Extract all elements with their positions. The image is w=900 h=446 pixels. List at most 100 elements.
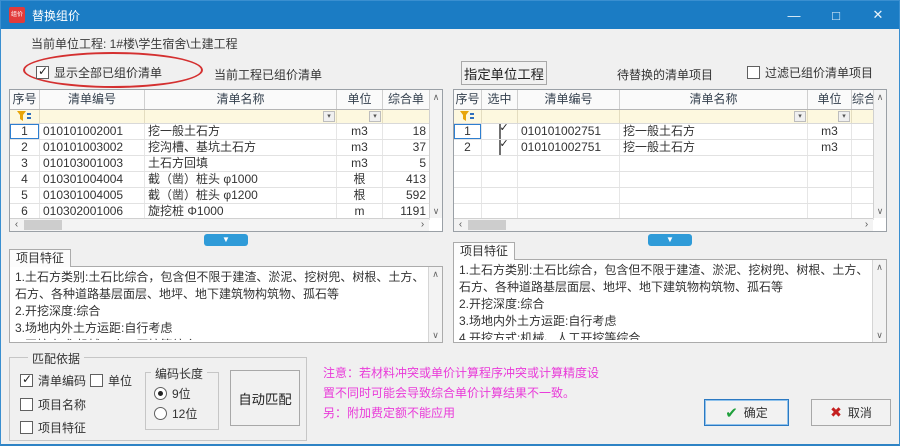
cell-name[interactable]: 挖一般土石方 bbox=[145, 124, 337, 139]
cell-name[interactable]: 截（凿）桩头 φ1000 bbox=[145, 172, 337, 187]
cell-code[interactable]: 010101002751 bbox=[518, 140, 620, 155]
cell-no[interactable]: 2 bbox=[10, 140, 40, 155]
scroll-up-icon[interactable]: ∧ bbox=[429, 268, 442, 280]
scroll-down-icon[interactable]: ∨ bbox=[874, 205, 886, 217]
col-price[interactable]: 综合 bbox=[852, 90, 874, 109]
cell-price[interactable]: 37 bbox=[383, 140, 430, 155]
cell-name[interactable]: 挖一般土石方 bbox=[620, 140, 808, 155]
filter-cell[interactable] bbox=[518, 110, 620, 123]
scroll-up-icon[interactable]: ∧ bbox=[430, 91, 442, 103]
tab-feature-left[interactable]: 项目特征 bbox=[9, 249, 71, 267]
cell-price[interactable]: 1191 bbox=[383, 204, 430, 219]
cell-unit[interactable]: m3 bbox=[337, 124, 383, 139]
scroll-up-icon[interactable]: ∧ bbox=[874, 91, 886, 103]
scroll-down-icon[interactable]: ∨ bbox=[430, 205, 442, 217]
empty-row[interactable] bbox=[454, 156, 874, 172]
minimize-button[interactable]: — bbox=[773, 1, 815, 29]
col-no[interactable]: 序号 bbox=[10, 90, 40, 109]
table-row[interactable]: 2 010101002751 挖一般土石方 m3 bbox=[454, 140, 874, 156]
code-length-12-radio[interactable]: 12位 bbox=[154, 405, 197, 422]
col-code[interactable]: 清单编号 bbox=[40, 90, 145, 109]
col-price[interactable]: 综合单 bbox=[383, 90, 430, 109]
scroll-down-icon[interactable]: ∨ bbox=[873, 329, 886, 341]
maximize-button[interactable]: □ bbox=[815, 1, 857, 29]
match-list-code-checkbox[interactable]: 清单编码 bbox=[20, 372, 86, 389]
cell-code[interactable]: 010101002751 bbox=[518, 124, 620, 139]
cell-code[interactable]: 010301004005 bbox=[40, 188, 145, 203]
cell-no[interactable]: 1 bbox=[454, 124, 482, 139]
cell-name[interactable]: 挖一般土石方 bbox=[620, 124, 808, 139]
cell-unit[interactable]: m3 bbox=[808, 140, 852, 155]
cell-no[interactable]: 4 bbox=[10, 172, 40, 187]
vertical-scrollbar[interactable]: ∧ ∨ bbox=[429, 90, 442, 218]
empty-row[interactable] bbox=[454, 172, 874, 188]
table-row[interactable]: 5 010301004005 截（凿）桩头 φ1200 根 592 bbox=[10, 188, 430, 204]
assign-unit-project-button[interactable]: 指定单位工程 bbox=[461, 61, 547, 85]
cell-code[interactable]: 010103001003 bbox=[40, 156, 145, 171]
auto-match-button[interactable]: 自动匹配 bbox=[230, 370, 300, 426]
table-row[interactable]: 1 010101002751 挖一般土石方 m3 bbox=[454, 124, 874, 140]
cell-unit[interactable]: 根 bbox=[337, 188, 383, 203]
cell-no[interactable]: 6 bbox=[10, 204, 40, 219]
cell-unit[interactable]: m3 bbox=[337, 156, 383, 171]
horizontal-scrollbar[interactable]: ‹ › bbox=[10, 218, 429, 231]
scrollbar-thumb[interactable] bbox=[468, 220, 506, 230]
cell-price[interactable]: 18 bbox=[383, 124, 430, 139]
match-item-feature-checkbox[interactable]: 项目特征 bbox=[20, 419, 86, 436]
filter-dropdown-icon[interactable]: ▾ bbox=[369, 111, 381, 122]
tab-feature-right[interactable]: 项目特征 bbox=[453, 242, 515, 260]
close-button[interactable]: ✕ bbox=[857, 1, 899, 29]
col-code[interactable]: 清单编号 bbox=[518, 90, 620, 109]
cell-selected[interactable] bbox=[482, 140, 518, 155]
scroll-right-icon[interactable]: › bbox=[860, 219, 873, 231]
cell-code[interactable]: 010301004004 bbox=[40, 172, 145, 187]
cell-no[interactable]: 2 bbox=[454, 140, 482, 155]
match-unit-checkbox[interactable]: 单位 bbox=[90, 372, 132, 389]
collapse-right-panel-button[interactable]: ▼ bbox=[648, 234, 692, 246]
cell-no[interactable]: 3 bbox=[10, 156, 40, 171]
filter-row[interactable]: ▾ ▾ bbox=[10, 110, 430, 124]
filter-cell[interactable]: ▾ bbox=[337, 110, 383, 123]
cell-name[interactable]: 旋挖桩 Φ1000 bbox=[145, 204, 337, 219]
cell-no[interactable]: 1 bbox=[10, 124, 40, 139]
horizontal-scrollbar[interactable]: ‹ › bbox=[454, 218, 873, 231]
cell-unit[interactable]: 根 bbox=[337, 172, 383, 187]
col-unit[interactable]: 单位 bbox=[808, 90, 852, 109]
cell-price[interactable]: 5 bbox=[383, 156, 430, 171]
col-unit[interactable]: 单位 bbox=[337, 90, 383, 109]
cancel-button[interactable]: ✖ 取消 bbox=[811, 399, 891, 426]
col-selected[interactable]: 选中 bbox=[482, 90, 518, 109]
code-length-9-radio[interactable]: 9位 bbox=[154, 385, 191, 402]
filter-icon-cell[interactable] bbox=[10, 110, 40, 123]
filter-cell[interactable]: ▾ bbox=[620, 110, 808, 123]
cell-price[interactable]: 413 bbox=[383, 172, 430, 187]
scroll-up-icon[interactable]: ∧ bbox=[873, 261, 886, 273]
filter-cell[interactable] bbox=[482, 110, 518, 123]
cell-code[interactable]: 010101002001 bbox=[40, 124, 145, 139]
vertical-scrollbar[interactable]: ∧ ∨ bbox=[428, 267, 442, 342]
scroll-right-icon[interactable]: › bbox=[416, 219, 429, 231]
cell-unit[interactable]: m3 bbox=[337, 140, 383, 155]
filter-cell[interactable]: ▾ bbox=[808, 110, 852, 123]
table-row[interactable]: 2 010101003002 挖沟槽、基坑土石方 m3 37 bbox=[10, 140, 430, 156]
cell-code[interactable]: 010302001006 bbox=[40, 204, 145, 219]
scroll-left-icon[interactable]: ‹ bbox=[454, 219, 467, 231]
ok-button[interactable]: ✔ 确定 bbox=[704, 399, 789, 426]
filter-row[interactable]: ▾ ▾ bbox=[454, 110, 874, 124]
scroll-left-icon[interactable]: ‹ bbox=[10, 219, 23, 231]
table-row[interactable]: 4 010301004004 截（凿）桩头 φ1000 根 413 bbox=[10, 172, 430, 188]
filter-dropdown-icon[interactable]: ▾ bbox=[323, 111, 335, 122]
scrollbar-thumb[interactable] bbox=[24, 220, 62, 230]
cell-unit[interactable]: m3 bbox=[808, 124, 852, 139]
cell-code[interactable]: 010101003002 bbox=[40, 140, 145, 155]
cell-selected[interactable] bbox=[482, 124, 518, 139]
show-all-priced-checkbox[interactable]: 显示全部已组价清单 bbox=[36, 64, 162, 81]
col-name[interactable]: 清单名称 bbox=[145, 90, 337, 109]
vertical-scrollbar[interactable]: ∧ ∨ bbox=[872, 260, 886, 342]
checked-checkbox-icon[interactable] bbox=[499, 124, 501, 139]
filter-dropdown-icon[interactable]: ▾ bbox=[838, 111, 850, 122]
table-row[interactable]: 3 010103001003 土石方回填 m3 5 bbox=[10, 156, 430, 172]
cell-unit[interactable]: m bbox=[337, 204, 383, 219]
table-row[interactable]: 1 010101002001 挖一般土石方 m3 18 bbox=[10, 124, 430, 140]
filter-cell[interactable] bbox=[383, 110, 430, 123]
